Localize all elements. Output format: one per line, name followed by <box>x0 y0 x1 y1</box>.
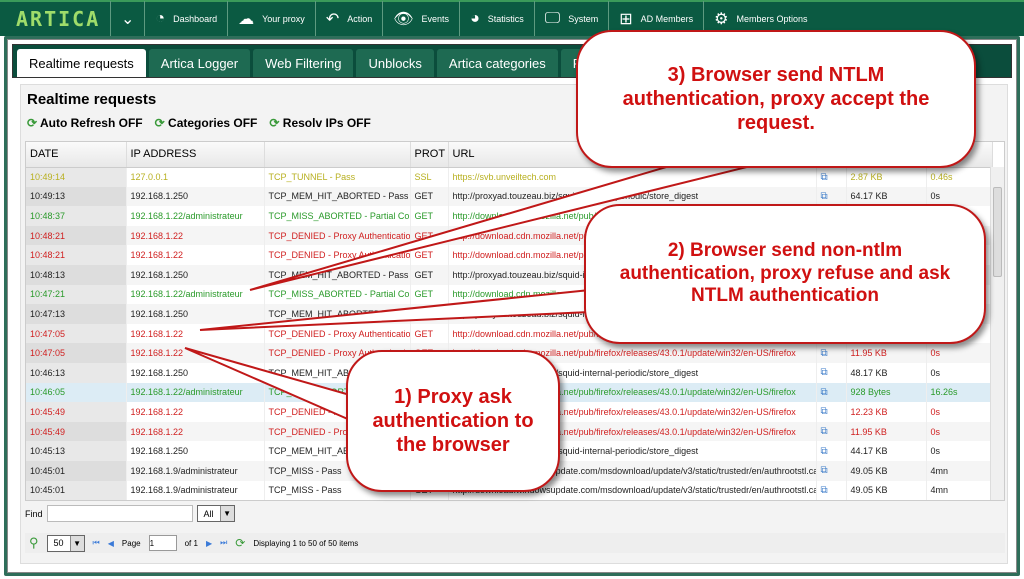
callout-1-pointer <box>184 347 351 422</box>
callout-1: 1) Proxy ask authentication to the brows… <box>346 350 560 492</box>
callout-3: 3) Browser send NTLM authentication, pro… <box>576 30 976 168</box>
callout-2: 2) Browser send non-ntlm authentication,… <box>584 204 986 344</box>
callout-2-pointer <box>199 288 591 331</box>
